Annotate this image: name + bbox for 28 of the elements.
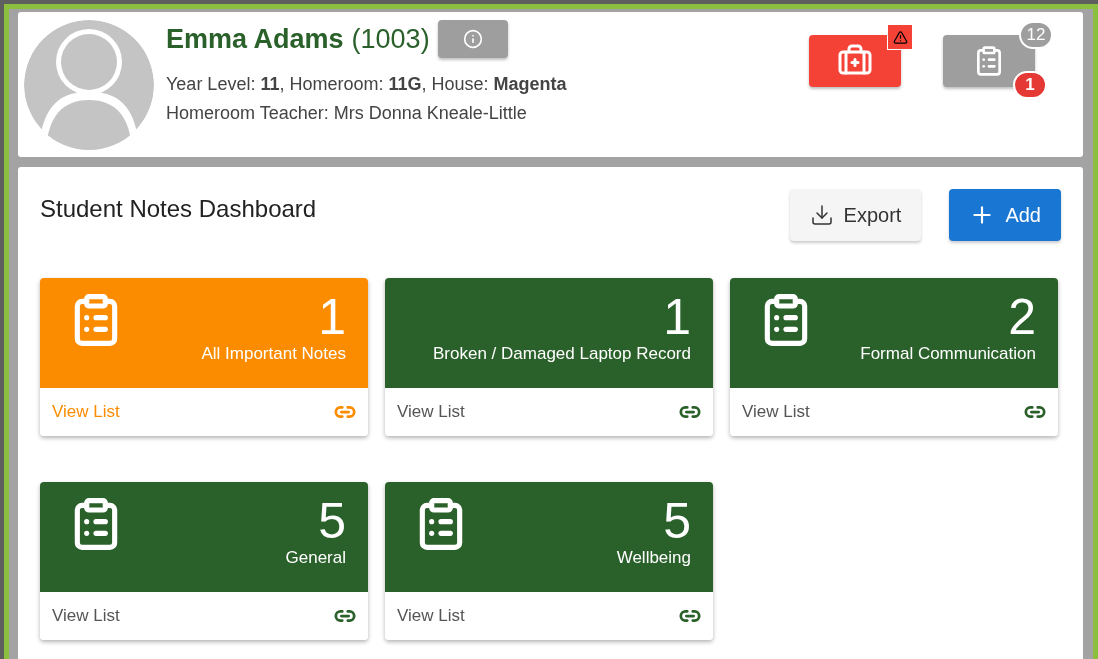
export-button[interactable]: Export (789, 189, 922, 241)
note-count: 5 (318, 496, 346, 546)
notes-count-badge: 12 (1019, 21, 1053, 49)
category-label: Wellbeing (616, 548, 691, 568)
note-count: 2 (1008, 292, 1036, 342)
dashboard-title: Student Notes Dashboard (40, 195, 317, 223)
note-count: 5 (663, 496, 691, 546)
student-id: (1003) (351, 23, 430, 55)
student-name: Emma Adams (166, 23, 344, 55)
note-count: 1 (663, 292, 691, 342)
student-details: Year Level: 11, Homeroom: 11G, House: Magenta (166, 74, 567, 95)
important-count-badge: 1 (1013, 71, 1047, 99)
download-icon (809, 203, 834, 227)
medical-button[interactable] (809, 35, 901, 87)
info-icon (462, 29, 483, 49)
view-list-link[interactable]: View List (742, 402, 810, 422)
view-list-link[interactable]: View List (397, 402, 465, 422)
category-label: All Important Notes (201, 344, 346, 364)
category-label: Formal Communication (860, 344, 1036, 364)
warning-icon (892, 29, 908, 45)
category-label: Broken / Damaged Laptop Record (433, 344, 691, 364)
avatar-icon (24, 20, 154, 150)
note-count: 1 (318, 292, 346, 342)
view-list-link[interactable]: View List (397, 606, 465, 626)
add-button[interactable]: Add (949, 189, 1061, 241)
homeroom-teacher: Homeroom Teacher: Mrs Donna Kneale-Little (166, 103, 528, 124)
category-label: General (285, 548, 346, 568)
view-list-link[interactable]: View List (52, 606, 120, 626)
